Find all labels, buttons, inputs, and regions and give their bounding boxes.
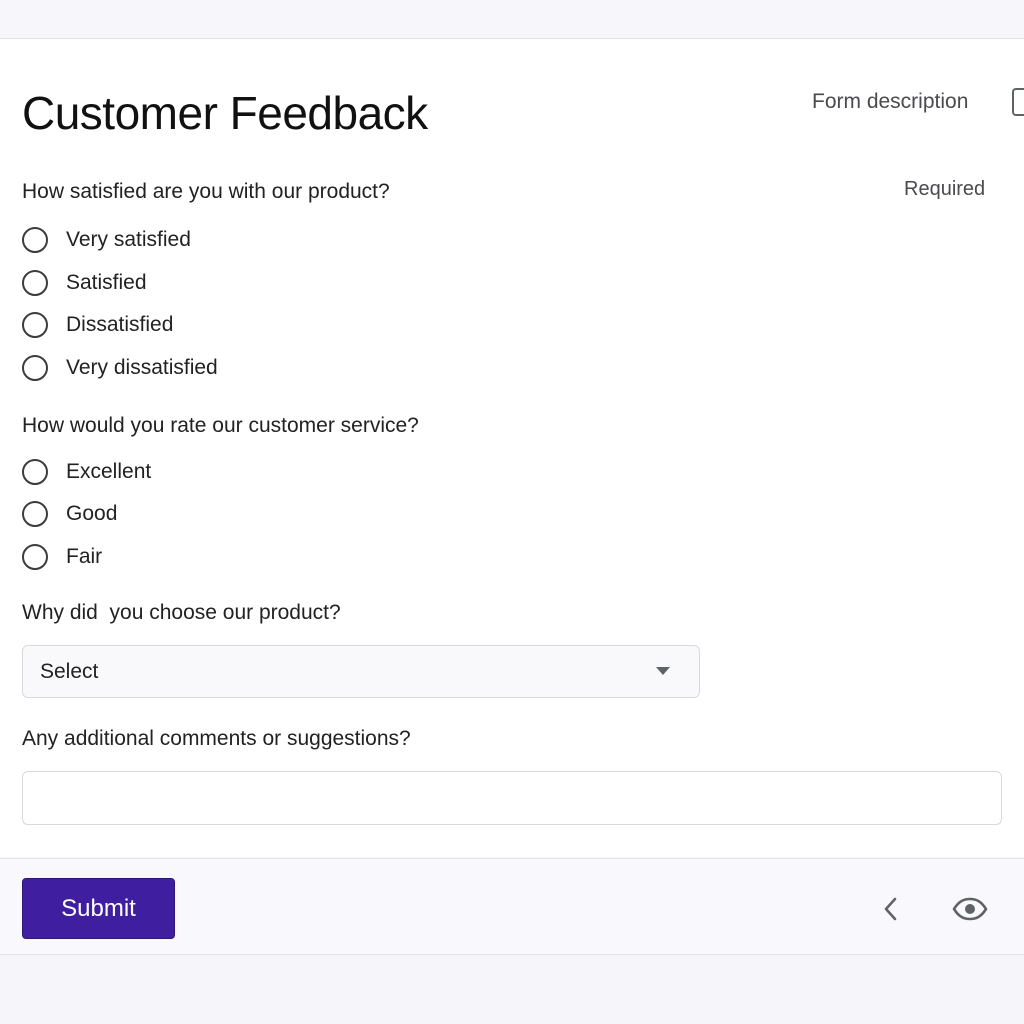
radio-button[interactable] xyxy=(22,312,48,338)
radio-button[interactable] xyxy=(22,355,48,381)
preview-button[interactable] xyxy=(950,889,990,929)
option-label: Good xyxy=(66,502,118,525)
option-label: Dissatisfied xyxy=(66,313,174,336)
question-customer-service: How would you rate our customer service? xyxy=(22,414,419,437)
form-description-label[interactable]: Form description xyxy=(812,90,968,114)
option-very-dissatisfied[interactable]: Very dissatisfied xyxy=(22,353,218,383)
question-comments: Any additional comments or suggestions? xyxy=(22,727,411,750)
chevron-left-icon xyxy=(884,897,897,921)
eye-icon xyxy=(952,897,988,921)
top-bar xyxy=(0,0,1024,39)
required-label: Required xyxy=(904,178,986,200)
option-good[interactable]: Good xyxy=(22,499,117,529)
radio-button[interactable] xyxy=(22,501,48,527)
radio-button[interactable] xyxy=(22,270,48,296)
option-dissatisfied[interactable]: Dissatisfied xyxy=(22,310,173,340)
option-excellent[interactable]: Excellent xyxy=(22,457,151,487)
question-satisfaction: How satisfied are you with our product? xyxy=(22,180,390,203)
option-label: Satisfied xyxy=(66,271,147,294)
form-title: Customer Feedback xyxy=(22,87,428,139)
radio-button[interactable] xyxy=(22,544,48,570)
option-label: Very dissatisfied xyxy=(66,356,218,379)
bottom-action-bar: Submit xyxy=(0,858,1024,955)
question-why-choose: Why did you choose our product? xyxy=(22,601,341,624)
comments-input[interactable] xyxy=(22,771,1002,825)
option-fair[interactable]: Fair xyxy=(22,542,102,572)
option-satisfied[interactable]: Satisfied xyxy=(22,268,147,298)
caret-down-icon xyxy=(656,667,670,675)
option-label: Very satisfied xyxy=(66,228,191,251)
back-button[interactable] xyxy=(871,889,911,929)
submit-button[interactable]: Submit xyxy=(22,878,175,939)
radio-button[interactable] xyxy=(22,459,48,485)
option-label: Excellent xyxy=(66,460,152,483)
option-very-satisfied[interactable]: Very satisfied xyxy=(22,225,191,255)
option-label: Fair xyxy=(66,545,103,568)
form-description-checkbox[interactable] xyxy=(1012,88,1024,116)
reason-select[interactable]: Select xyxy=(22,645,700,698)
select-value: Select xyxy=(40,659,99,683)
radio-button[interactable] xyxy=(22,227,48,253)
